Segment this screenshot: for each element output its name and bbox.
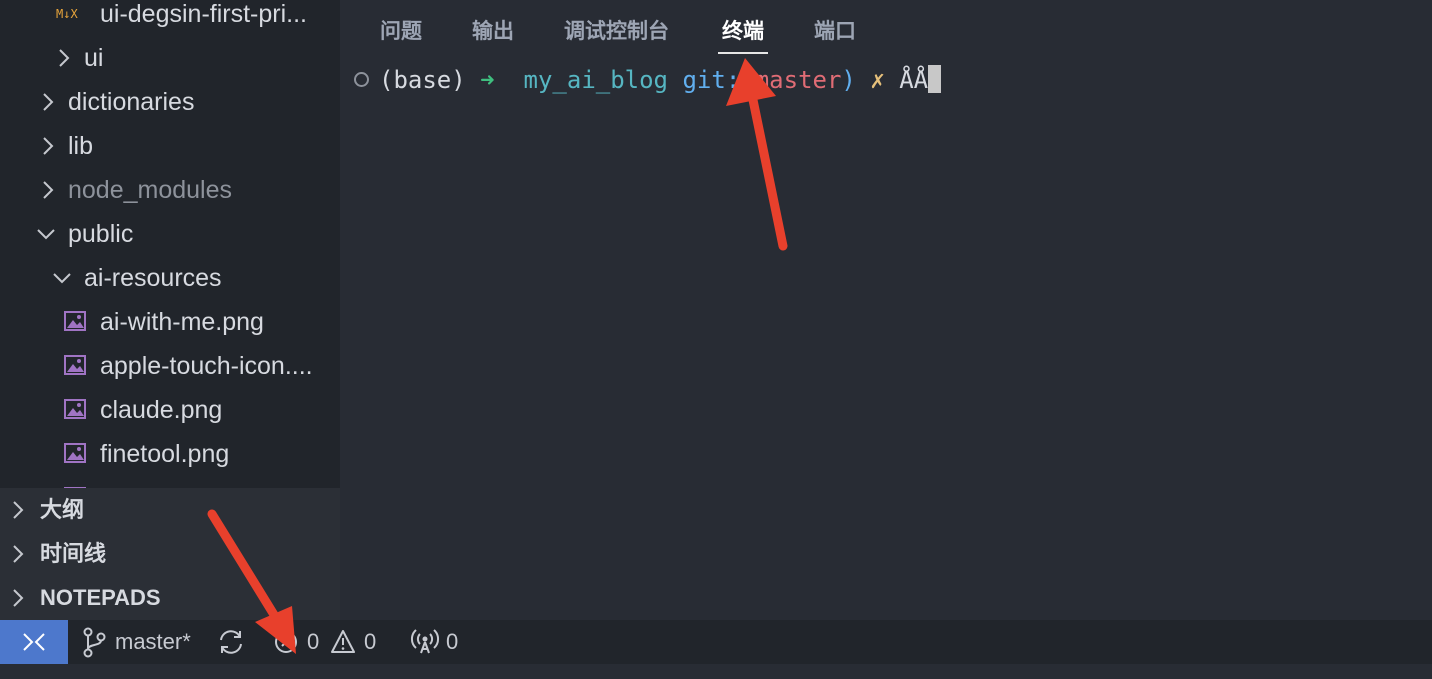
- terminal-cursor: [928, 65, 942, 93]
- terminal-prompt[interactable]: (base) ➜ my_ai_blog git:(master) ✗ ÅÅ: [354, 62, 942, 98]
- tree-item-ui[interactable]: ui: [0, 36, 340, 80]
- tree-item-label: ai-with-me.png: [100, 308, 264, 336]
- tree-item-apple-touch-icon[interactable]: apple-touch-icon....: [0, 344, 340, 388]
- tree-item-label: public: [68, 220, 134, 248]
- tree-item-label: apple-touch-icon....: [100, 352, 313, 380]
- tree-item-label: lib: [68, 132, 94, 160]
- image-file-icon: [64, 432, 88, 476]
- tree-item-label: claude.png: [100, 396, 223, 424]
- tree-item-label: ai-resources: [84, 264, 222, 292]
- tab-output[interactable]: 输出: [472, 14, 514, 50]
- status-bar: master* 0 0 0: [0, 620, 1432, 664]
- ports-count: 0: [446, 629, 459, 654]
- tree-item-label: dictionaries: [68, 88, 195, 116]
- tree-item-ui-degsin-first-pri[interactable]: M↓X ui-degsin-first-pri...: [0, 0, 340, 36]
- panel-label: NOTEPADS: [40, 585, 161, 610]
- branch-status[interactable]: master*: [80, 620, 220, 664]
- terminal-git-prefix: git:(: [682, 66, 755, 94]
- svg-text:M↓X: M↓X: [56, 7, 78, 21]
- tree-item-label: finetool.png: [100, 440, 230, 468]
- sidebar-panels: 大纲 时间线 NOTEPADS: [0, 488, 340, 620]
- terminal-dirty-mark: ✗: [870, 66, 885, 94]
- tab-ports[interactable]: 端口: [814, 14, 856, 50]
- terminal-env: (base): [379, 66, 466, 94]
- image-file-icon: [64, 476, 88, 488]
- panel-label: 时间线: [40, 541, 107, 566]
- warning-icon: [328, 620, 358, 664]
- explorer-tree: M↓X ui-degsin-first-pri... ui dictionari…: [0, 0, 340, 488]
- chevron-right-icon: [8, 576, 28, 620]
- panel-label: 大纲: [40, 497, 85, 522]
- panel-outline[interactable]: 大纲: [0, 488, 340, 532]
- tree-item-ai-with-me-png[interactable]: ai-with-me.png: [0, 300, 340, 344]
- chevron-right-icon: [38, 168, 58, 212]
- bottom-panel: 问题 输出 调试控制台 终端 端口 (base) ➜ my_ai_blog gi…: [340, 0, 1432, 620]
- tree-item-finetool-png[interactable]: finetool.png: [0, 432, 340, 476]
- tree-item-claude-png[interactable]: claude.png: [0, 388, 340, 432]
- sync-icon[interactable]: [216, 620, 246, 664]
- tree-item-ai-resources[interactable]: ai-resources: [0, 256, 340, 300]
- tab-debug-console[interactable]: 调试控制台: [564, 14, 669, 50]
- tree-item-label: ui: [84, 44, 104, 72]
- status-circle-icon: [354, 71, 369, 87]
- terminal-input: ÅÅ: [899, 66, 929, 94]
- chevron-right-icon: [8, 488, 28, 532]
- error-count: 0: [307, 629, 320, 654]
- tree-item-lib[interactable]: lib: [0, 124, 340, 168]
- tree-item-label: ui-degsin-first-pri...: [100, 0, 307, 28]
- chevron-right-icon: [38, 124, 58, 168]
- terminal-branch: master: [754, 66, 842, 94]
- ports-status[interactable]: 0: [410, 620, 470, 664]
- git-branch-icon: [80, 620, 108, 664]
- panel-notepads[interactable]: NOTEPADS: [0, 576, 340, 620]
- tree-item-dictionaries[interactable]: dictionaries: [0, 80, 340, 124]
- image-file-icon: [64, 344, 88, 388]
- image-file-icon: [64, 300, 88, 344]
- tree-item-node-modules[interactable]: node_modules: [0, 168, 340, 212]
- warning-count: 0: [364, 629, 377, 654]
- tree-item-partial: [0, 476, 340, 488]
- remote-icon: [23, 633, 45, 651]
- problems-status[interactable]: 0 0: [272, 620, 382, 664]
- prompt-arrow-icon: ➜: [480, 66, 495, 94]
- tree-item-public[interactable]: public: [0, 212, 340, 256]
- markdown-jsx-icon: M↓X: [56, 0, 90, 36]
- image-file-icon: [64, 388, 88, 432]
- tab-problems[interactable]: 问题: [380, 14, 422, 50]
- branch-name: master*: [115, 629, 191, 654]
- broadcast-icon: [410, 620, 440, 664]
- remote-button[interactable]: [0, 620, 68, 664]
- error-icon: [272, 620, 300, 664]
- chevron-down-icon: [34, 212, 55, 256]
- terminal-dir: my_ai_blog: [523, 66, 669, 94]
- sidebar: M↓X ui-degsin-first-pri... ui dictionari…: [0, 0, 340, 620]
- tab-terminal[interactable]: 终端: [718, 14, 768, 54]
- chevron-right-icon: [38, 80, 58, 124]
- chevron-right-icon: [54, 36, 74, 80]
- terminal-git-suffix: ): [841, 66, 856, 94]
- chevron-down-icon: [50, 256, 71, 300]
- panel-timeline[interactable]: 时间线: [0, 532, 340, 576]
- tree-item-label: node_modules: [68, 176, 233, 204]
- chevron-right-icon: [8, 532, 28, 576]
